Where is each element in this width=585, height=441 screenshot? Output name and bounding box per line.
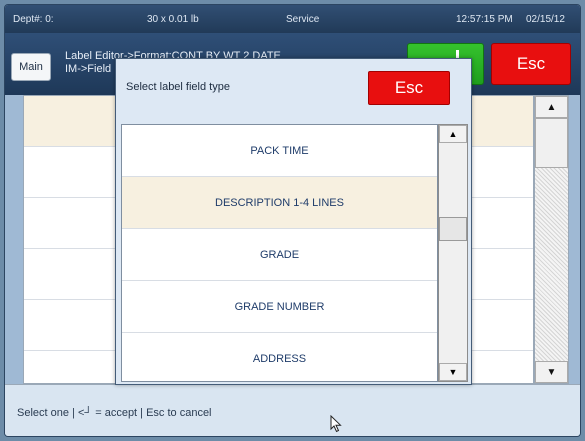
dialog-scroll-down-icon[interactable]: ▼ <box>439 363 467 381</box>
scroll-down-icon[interactable]: ▼ <box>535 361 568 383</box>
esc-button[interactable]: Esc <box>491 43 571 85</box>
mode-label: Service <box>286 14 320 25</box>
weight-label: 30 x 0.01 lb <box>147 14 199 25</box>
dept-label: Dept#: 0: <box>13 14 54 25</box>
list-scrollbar[interactable]: ▲ ▼ <box>534 95 569 384</box>
field-type-item[interactable]: PACK TIME <box>122 125 437 177</box>
dialog-scroll-up-icon[interactable]: ▲ <box>439 125 467 143</box>
cursor-icon <box>330 415 342 433</box>
scroll-up-icon[interactable]: ▲ <box>535 96 568 118</box>
status-bar: Dept#: 0: 30 x 0.01 lb Service 12:57:15 … <box>5 5 580 33</box>
time-label: 12:57:15 PM <box>456 14 513 25</box>
dialog-title: Select label field type <box>126 81 230 93</box>
footer-hint: Select one | <┘ = accept | Esc to cancel <box>17 407 212 419</box>
field-type-item[interactable]: GRADE NUMBER <box>122 281 437 333</box>
dialog-scroll-thumb[interactable] <box>439 217 467 241</box>
dialog-scrollbar[interactable]: ▲ ▼ <box>438 124 468 382</box>
main-button[interactable]: Main <box>11 53 51 81</box>
field-type-item-selected[interactable]: DESCRIPTION 1-4 LINES <box>122 177 437 229</box>
field-type-item[interactable]: GRADE <box>122 229 437 281</box>
scroll-thumb[interactable] <box>535 118 568 168</box>
dialog-esc-button[interactable]: Esc <box>368 71 450 105</box>
footer: Select one | <┘ = accept | Esc to cancel <box>5 384 580 436</box>
date-label: 02/15/12 <box>526 14 565 25</box>
field-type-list: PACK TIME DESCRIPTION 1-4 LINES GRADE GR… <box>121 124 438 382</box>
field-type-item[interactable]: ADDRESS <box>122 333 437 381</box>
field-type-dialog: Select label field type Esc PACK TIME DE… <box>115 58 472 385</box>
